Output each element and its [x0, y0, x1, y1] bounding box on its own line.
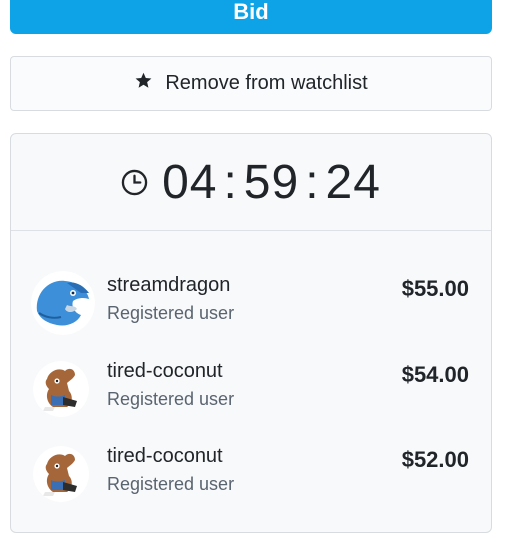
timer-separator: : [305, 155, 320, 209]
bid-entry: tired-coconut Registered user $54.00 [11, 347, 491, 433]
bid-amount: $55.00 [401, 276, 469, 301]
bid-history-list: streamdragon Registered user $55.00 tire… [11, 231, 491, 518]
bid-button[interactable]: Bid [10, 0, 492, 34]
bid-entry: streamdragon Registered user $55.00 [11, 261, 491, 347]
bid-entry: tired-coconut Registered user $52.00 [11, 432, 491, 518]
bid-amount: $54.00 [401, 361, 469, 387]
bidder-role: Registered user [107, 303, 235, 323]
bidder-role: Registered user [107, 474, 235, 494]
timer-separator: : [223, 155, 238, 209]
watchlist-label: Remove from watchlist [165, 72, 368, 94]
blue-dragon-avatar [31, 271, 95, 335]
brown-creature-avatar [33, 360, 89, 417]
bidder-name[interactable]: streamdragon [107, 274, 234, 297]
time-remaining: 04:59:24 [162, 155, 381, 210]
bidder-role: Registered user [107, 388, 235, 409]
brown-creature-avatar [33, 446, 89, 502]
bid-amount: $52.00 [401, 447, 469, 472]
bidder-name[interactable]: tired-coconut [107, 360, 234, 383]
auction-panel: 04:59:24 streamdragon Registered user $5… [10, 133, 492, 533]
bidder-name[interactable]: tired-coconut [107, 445, 234, 468]
remove-from-watchlist-button[interactable]: Remove from watchlist [10, 56, 492, 111]
timer-minutes: 59 [243, 155, 300, 209]
countdown-timer: 04:59:24 [11, 134, 491, 231]
timer-hours: 04 [162, 155, 218, 209]
clock-icon [121, 169, 148, 196]
star-icon [134, 71, 153, 96]
timer-seconds: 24 [325, 155, 381, 209]
